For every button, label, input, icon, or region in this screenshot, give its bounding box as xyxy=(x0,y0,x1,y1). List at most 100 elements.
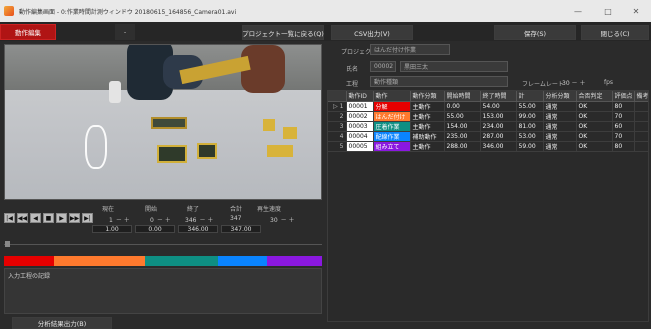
cell-start[interactable]: 154.00 xyxy=(444,121,481,132)
step-back-icon[interactable]: ◀ xyxy=(30,213,41,223)
cell-category[interactable]: 主動作 xyxy=(410,121,445,132)
cell-category[interactable]: 補助動作 xyxy=(410,131,445,142)
cell-judge[interactable]: OK xyxy=(576,111,613,122)
end-spinner[interactable]: 346 － ＋ xyxy=(185,215,213,224)
column-header-3[interactable]: 動作分類 xyxy=(410,91,445,102)
close-window-button[interactable]: ✕ xyxy=(621,0,651,22)
start-spinner[interactable]: 0 － ＋ xyxy=(150,215,171,224)
current-time-field[interactable]: 1.00 xyxy=(92,225,132,233)
cell-judge[interactable]: OK xyxy=(576,141,613,152)
cell-category[interactable]: 主動作 xyxy=(410,111,445,122)
speed-spinner[interactable]: 30 － ＋ xyxy=(270,215,295,224)
column-header-10[interactable]: 備考 xyxy=(634,91,648,102)
column-header-4[interactable]: 開始時間 xyxy=(444,91,481,102)
cell-class[interactable]: 通常 xyxy=(543,101,577,112)
timeline-segment-2[interactable] xyxy=(53,256,145,266)
cell-action[interactable]: 配線作業 xyxy=(373,131,411,142)
cell-score[interactable]: 70 xyxy=(612,131,635,142)
column-header-2[interactable]: 動作 xyxy=(373,91,411,102)
cell-class[interactable]: 通常 xyxy=(543,111,577,122)
cell-total[interactable]: 81.00 xyxy=(516,121,544,132)
column-header-8[interactable]: 合否判定 xyxy=(576,91,613,102)
cell-judge[interactable]: OK xyxy=(576,131,613,142)
frame-rate-spinner[interactable]: 30 － ＋ xyxy=(562,78,585,87)
cell-id[interactable]: 00002 xyxy=(346,111,374,122)
stop-icon[interactable]: ■ xyxy=(43,213,54,223)
column-header-0[interactable] xyxy=(328,91,347,102)
cell-class[interactable]: 通常 xyxy=(543,121,577,132)
timeline-segment-1[interactable] xyxy=(4,256,54,266)
cell-total[interactable]: 53.00 xyxy=(516,131,544,142)
project-list-button[interactable]: プロジェクト一覧に戻る(Q) xyxy=(242,25,324,40)
cell-total[interactable]: 59.00 xyxy=(516,141,544,152)
cell-id[interactable]: 00004 xyxy=(346,131,374,142)
cell-score[interactable]: 80 xyxy=(612,141,635,152)
video-player[interactable] xyxy=(4,44,322,200)
edit-mode-button[interactable]: 動作編集 xyxy=(0,24,56,40)
cell-score[interactable]: 80 xyxy=(612,101,635,112)
cell-action[interactable]: 分解 xyxy=(373,101,411,112)
cell-action[interactable]: 組み立て xyxy=(373,141,411,152)
seek-bar[interactable] xyxy=(4,244,322,245)
seek-handle[interactable] xyxy=(5,241,10,247)
maximize-button[interactable]: □ xyxy=(593,0,623,22)
action-timeline[interactable] xyxy=(4,256,322,266)
cell-note[interactable] xyxy=(634,121,648,132)
cell-category[interactable]: 主動作 xyxy=(410,141,445,152)
analysis-output-button[interactable]: 分析結果出力(B) xyxy=(12,317,112,329)
column-header-5[interactable]: 終了時間 xyxy=(480,91,517,102)
cell-end[interactable]: 287.00 xyxy=(480,131,517,142)
cell-id[interactable]: 00001 xyxy=(346,101,374,112)
cell-judge[interactable]: OK xyxy=(576,101,613,112)
close-button[interactable]: 閉じる(C) xyxy=(581,25,649,40)
current-spinner[interactable]: 1 － ＋ xyxy=(109,215,130,224)
cell-end[interactable]: 153.00 xyxy=(480,111,517,122)
save-button[interactable]: 保存(S) xyxy=(494,25,576,40)
timeline-segment-4[interactable] xyxy=(217,256,267,266)
cell-note[interactable] xyxy=(634,101,648,112)
column-header-9[interactable]: 評価点 xyxy=(612,91,635,102)
cell-category[interactable]: 主動作 xyxy=(410,101,445,112)
cell-total[interactable]: 55.00 xyxy=(516,101,544,112)
timeline-segment-3[interactable] xyxy=(144,256,218,266)
cell-class[interactable]: 通常 xyxy=(543,141,577,152)
cell-start[interactable]: 235.00 xyxy=(444,131,481,142)
timeline-segment-5[interactable] xyxy=(266,256,322,266)
minimize-button[interactable]: — xyxy=(563,0,593,22)
cell-start[interactable]: 288.00 xyxy=(444,141,481,152)
cell-score[interactable]: 70 xyxy=(612,111,635,122)
cell-note[interactable] xyxy=(634,131,648,142)
play-icon[interactable]: ▶ xyxy=(56,213,67,223)
cell-total[interactable]: 99.00 xyxy=(516,111,544,122)
cell-id[interactable]: 00005 xyxy=(346,141,374,152)
cell-class[interactable]: 通常 xyxy=(543,131,577,142)
table-row[interactable]: 4 00004 配線作業 補助動作 235.00 287.00 53.00 通常 OK 70 xyxy=(328,131,648,142)
cell-end[interactable]: 234.00 xyxy=(480,121,517,132)
csv-export-button[interactable]: CSV出力(V) xyxy=(331,25,413,40)
cell-start[interactable]: 55.00 xyxy=(444,111,481,122)
column-header-1[interactable]: 動作ID xyxy=(346,91,374,102)
cell-action[interactable]: はんだ付け xyxy=(373,111,411,122)
start-time-field[interactable]: 0.00 xyxy=(135,225,175,233)
skip-first-icon[interactable]: |◀ xyxy=(4,213,15,223)
table-row[interactable]: 5 00005 組み立て 主動作 288.00 346.00 59.00 通常 OK 80 xyxy=(328,141,648,152)
column-header-6[interactable]: 計 xyxy=(516,91,544,102)
cell-note[interactable] xyxy=(634,141,648,152)
cell-action[interactable]: 圧着作業 xyxy=(373,121,411,132)
cell-note[interactable] xyxy=(634,111,648,122)
column-header-7[interactable]: 分析分類 xyxy=(543,91,577,102)
cell-id[interactable]: 00003 xyxy=(346,121,374,132)
fast-forward-icon[interactable]: ▶▶ xyxy=(69,213,80,223)
table-row[interactable]: 3 00003 圧着作業 主動作 154.00 234.00 81.00 通常 OK 60 xyxy=(328,121,648,132)
end-time-field[interactable]: 346.00 xyxy=(178,225,218,233)
cell-score[interactable]: 60 xyxy=(612,121,635,132)
table-row[interactable]: 2 00002 はんだ付け 主動作 55.00 153.00 99.00 通常 OK 70 xyxy=(328,111,648,122)
cell-start[interactable]: 0.00 xyxy=(444,101,481,112)
cell-end[interactable]: 346.00 xyxy=(480,141,517,152)
rewind-icon[interactable]: ◀◀ xyxy=(17,213,28,223)
table-row[interactable]: ▷ 1 00001 分解 主動作 0.00 54.00 55.00 通常 OK 80 xyxy=(328,101,648,112)
cell-end[interactable]: 54.00 xyxy=(480,101,517,112)
memo-area[interactable]: 入力工程の記録 xyxy=(4,268,322,314)
skip-last-icon[interactable]: ▶| xyxy=(82,213,93,223)
cell-judge[interactable]: OK xyxy=(576,121,613,132)
